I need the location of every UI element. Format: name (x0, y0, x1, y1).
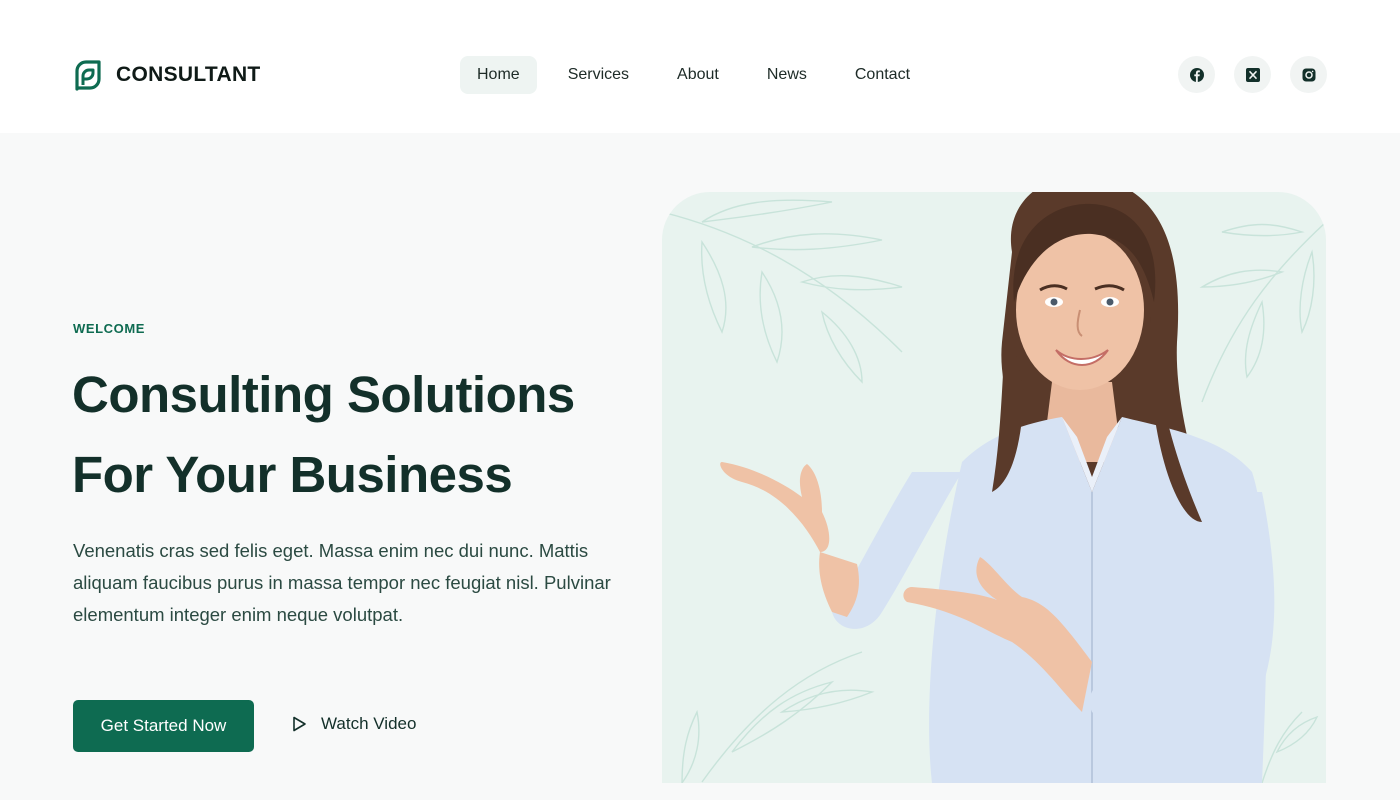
hero-title: Consulting Solutions For Your Business (72, 355, 672, 515)
hero-title-line-1: Consulting Solutions (72, 366, 575, 423)
nav-news[interactable]: News (750, 56, 824, 94)
hero-title-line-2: For Your Business (72, 446, 513, 503)
hero-eyebrow: WELCOME (73, 321, 146, 336)
play-icon (293, 716, 306, 732)
instagram-icon (1302, 68, 1315, 81)
nav-services[interactable]: Services (551, 56, 646, 94)
site-header: CONSULTANT Home Services About News Cont… (0, 0, 1400, 133)
nav-home[interactable]: Home (460, 56, 537, 94)
facebook-link[interactable] (1178, 56, 1215, 93)
brand-name: CONSULTANT (116, 63, 261, 86)
watch-video-label: Watch Video (321, 714, 417, 733)
nav-contact[interactable]: Contact (838, 56, 927, 94)
get-started-button[interactable]: Get Started Now (73, 700, 254, 752)
x-twitter-link[interactable] (1234, 56, 1271, 93)
facebook-icon (1189, 67, 1204, 82)
hero-image-panel (662, 192, 1326, 783)
x-twitter-icon (1245, 67, 1260, 82)
brand-logo[interactable]: CONSULTANT (73, 59, 261, 91)
nav-about[interactable]: About (660, 56, 736, 94)
hero-section: WELCOME Consulting Solutions For Your Bu… (0, 133, 1400, 800)
instagram-link[interactable] (1290, 56, 1327, 93)
leaf-logo-icon (75, 60, 101, 91)
person-illustration (720, 192, 1275, 783)
leaf-pattern-decoration (662, 192, 1326, 783)
main-nav: Home Services About News Contact (460, 56, 941, 94)
hero-description: Venenatis cras sed felis eget. Massa eni… (73, 540, 611, 625)
social-links (1178, 56, 1327, 93)
watch-video-button[interactable]: Watch Video (292, 714, 416, 734)
